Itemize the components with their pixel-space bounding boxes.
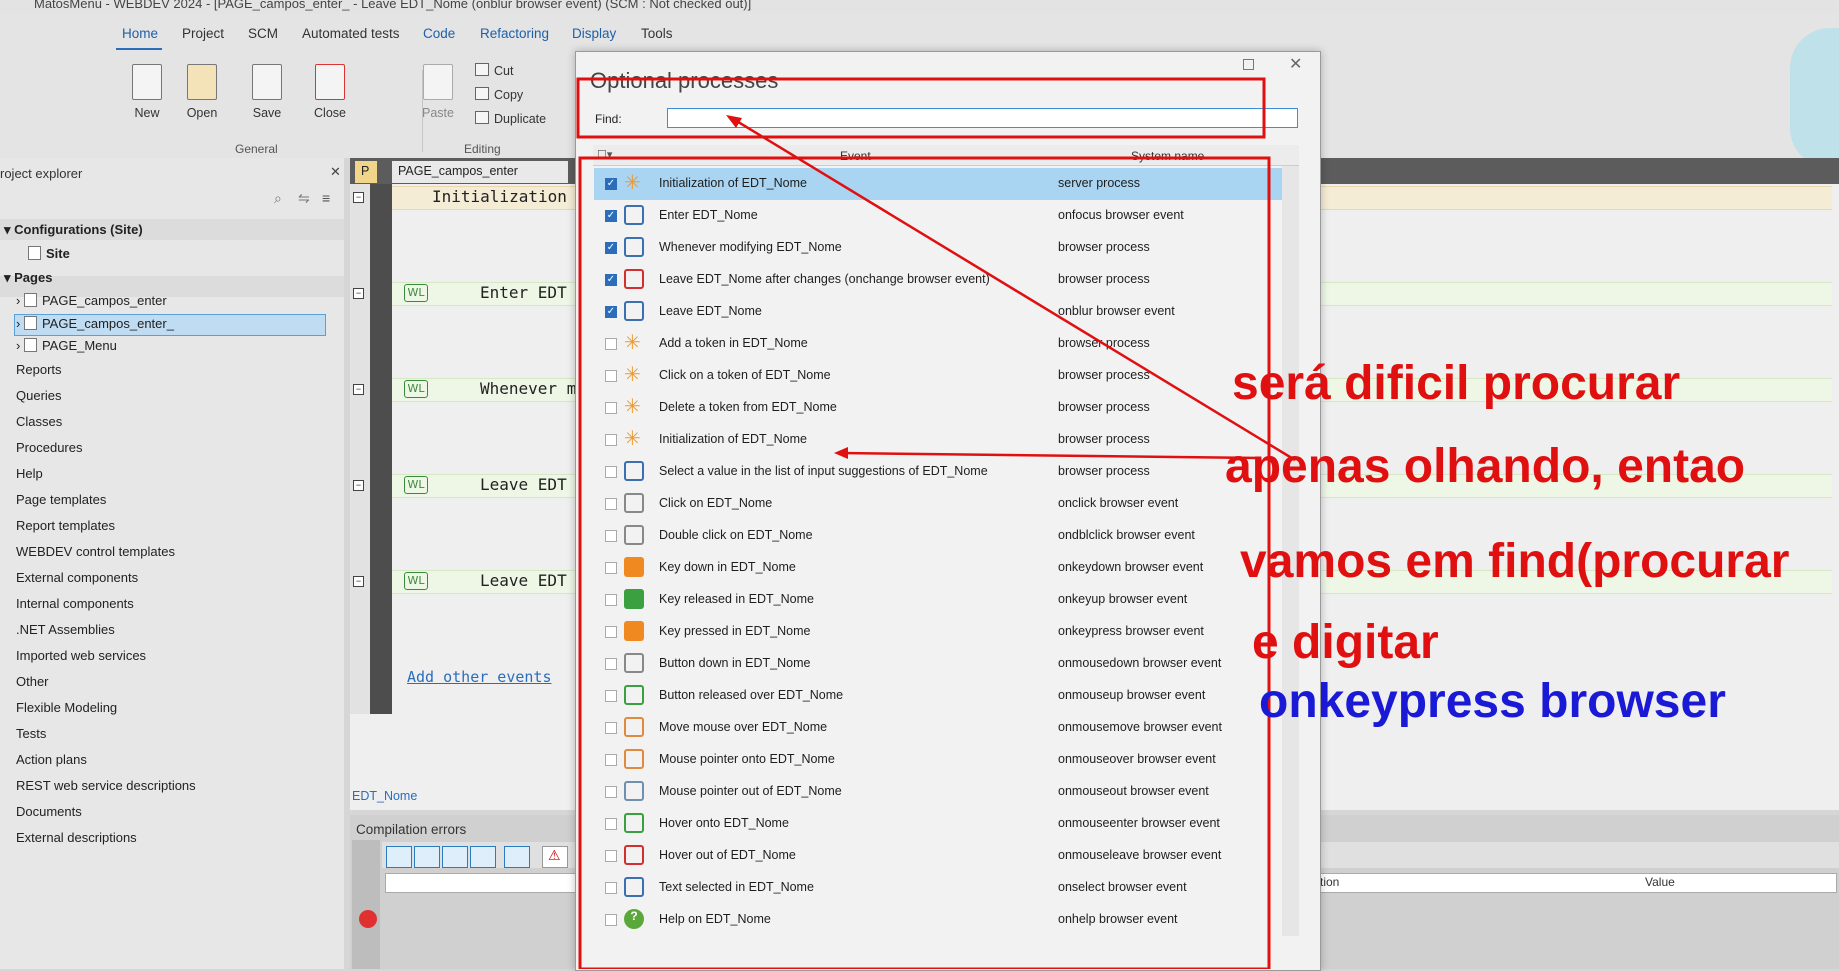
arrow-to-find <box>729 115 1296 462</box>
annotation-line-2: apenas olhando, entao <box>1225 440 1746 493</box>
find-highlight-box <box>576 77 1266 139</box>
arrow-head <box>726 115 742 128</box>
annotation-line-4: e digitar <box>1252 616 1439 669</box>
list-highlight-box <box>578 156 1271 969</box>
annotation-line-1: será dificil procurar <box>1232 357 1681 410</box>
annotation-line-5: onkeypress browser <box>1259 675 1726 728</box>
arrow-head <box>834 447 848 459</box>
annotation-line-3: vamos em find(procurar <box>1240 535 1790 588</box>
arrow-to-list <box>839 451 1261 460</box>
